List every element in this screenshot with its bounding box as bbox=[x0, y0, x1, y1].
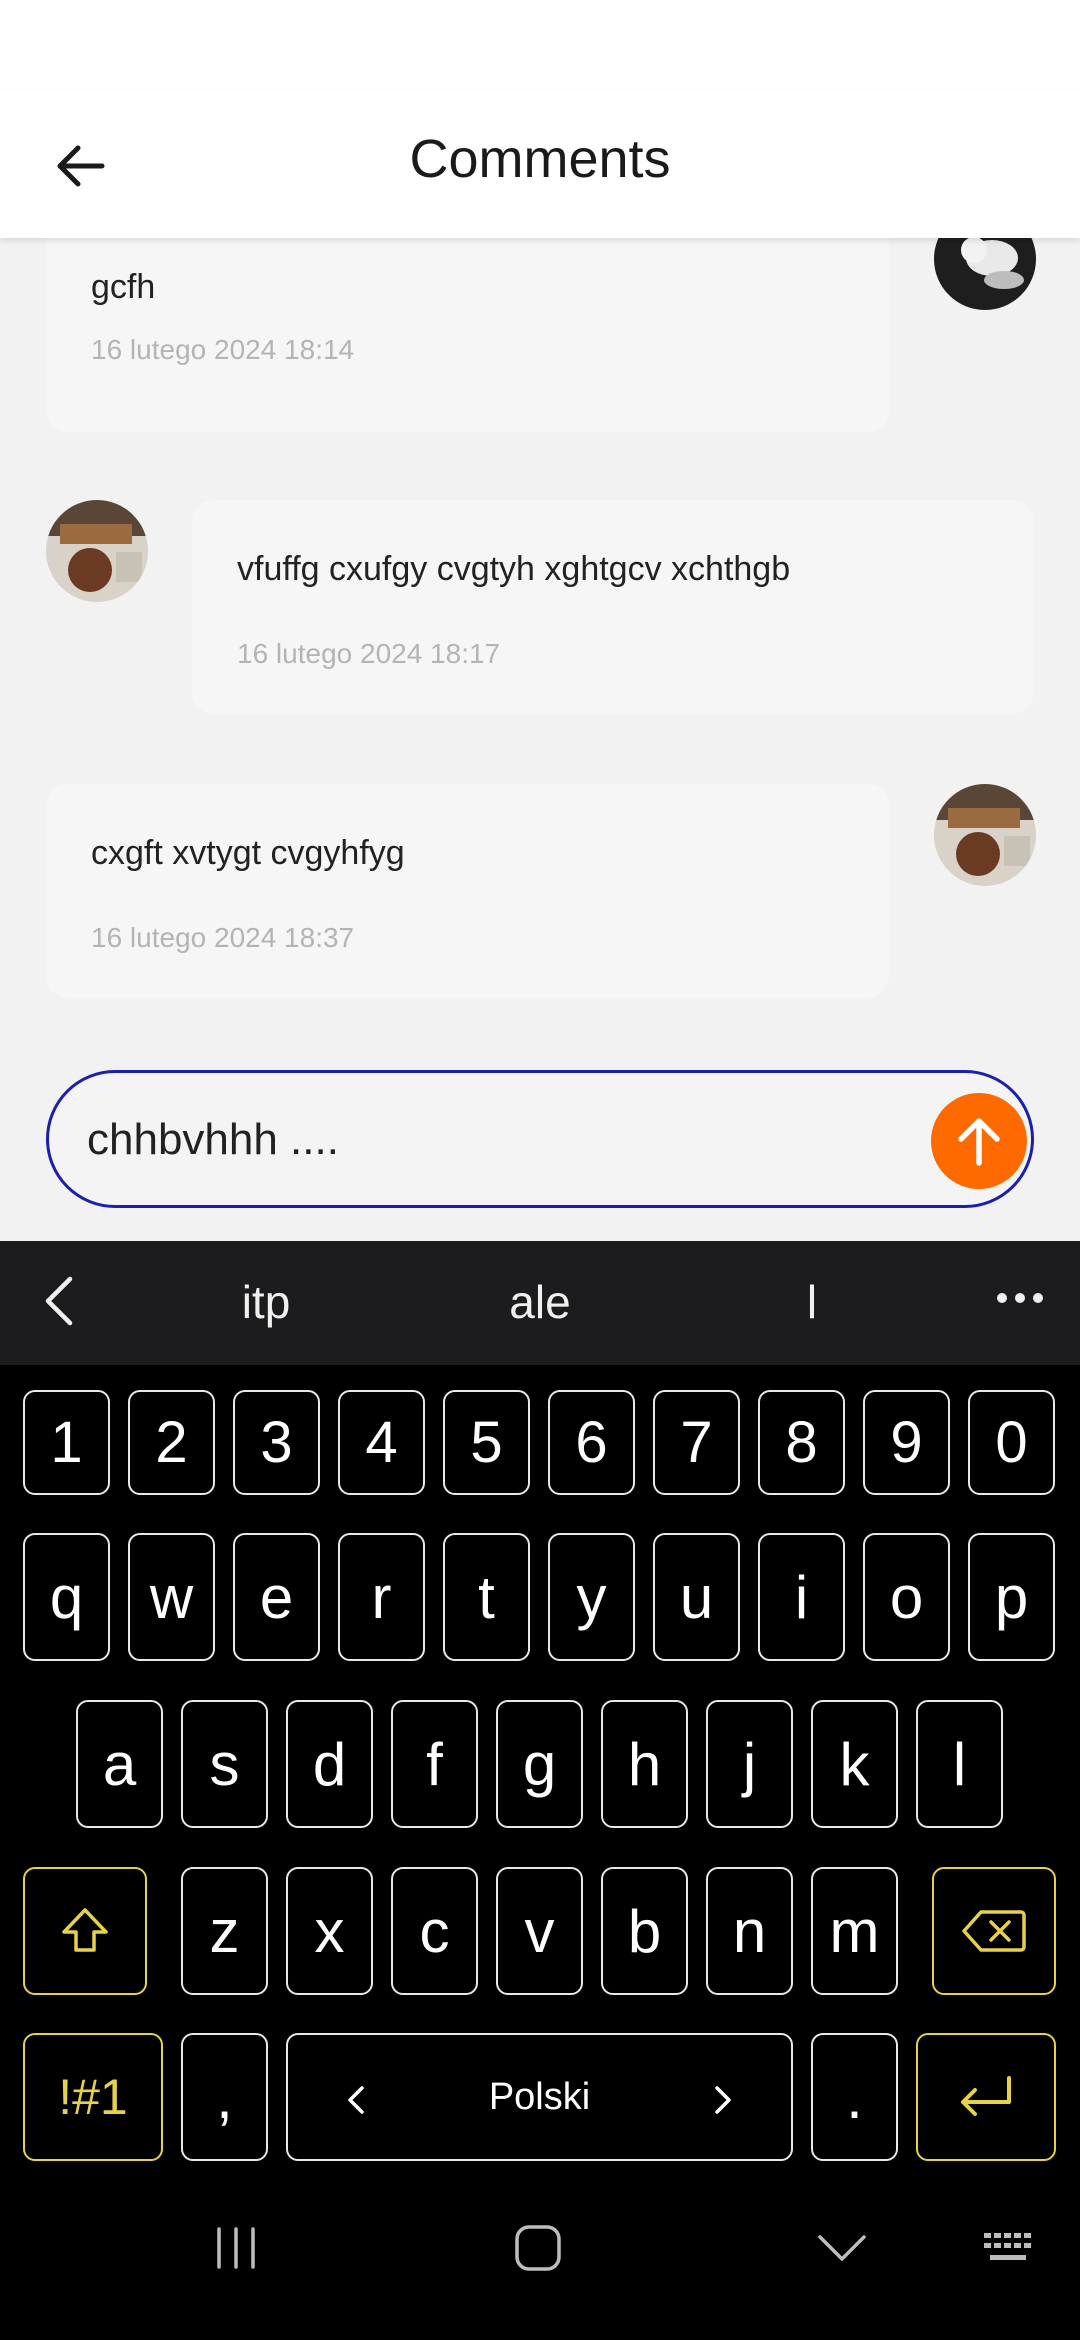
key[interactable]: 3 bbox=[233, 1390, 320, 1495]
comment-composer bbox=[46, 1070, 1034, 1208]
hide-keyboard-icon[interactable] bbox=[814, 2229, 870, 2269]
key[interactable]: 6 bbox=[548, 1390, 635, 1495]
key[interactable]: k bbox=[811, 1700, 898, 1828]
photo-avatar bbox=[934, 784, 1036, 886]
key[interactable]: i bbox=[758, 1533, 845, 1661]
key[interactable]: j bbox=[706, 1700, 793, 1828]
comment-item: vfuffg cxufgy cvgtyh xghtgcv xchthgb 16 … bbox=[0, 500, 1080, 720]
space-key[interactable]: Polski bbox=[286, 2033, 793, 2161]
key[interactable]: e bbox=[233, 1533, 320, 1661]
keyboard: 1 2 3 4 5 6 7 8 9 0 q w e r t y u i o p … bbox=[0, 1365, 1080, 2175]
status-bar bbox=[0, 0, 1080, 90]
key[interactable]: n bbox=[706, 1867, 793, 1995]
key[interactable]: w bbox=[128, 1533, 215, 1661]
key[interactable]: c bbox=[391, 1867, 478, 1995]
photo-avatar bbox=[46, 500, 148, 602]
chevron-left-icon bbox=[348, 2086, 364, 2114]
key[interactable]: a bbox=[76, 1700, 163, 1828]
chevron-left-icon bbox=[45, 1276, 73, 1326]
send-button[interactable] bbox=[931, 1093, 1027, 1189]
key[interactable]: u bbox=[653, 1533, 740, 1661]
key[interactable]: b bbox=[601, 1867, 688, 1995]
key[interactable]: q bbox=[23, 1533, 110, 1661]
keyboard-collapse-button[interactable] bbox=[30, 1271, 90, 1331]
period-key[interactable]: . bbox=[811, 2033, 898, 2161]
comment-text: cxgft xvtygt cvgyhfyg bbox=[91, 834, 405, 872]
chevron-right-icon bbox=[715, 2086, 731, 2114]
shift-arrow-icon bbox=[62, 1908, 108, 1952]
key[interactable]: g bbox=[496, 1700, 583, 1828]
comment-bubble: cxgft xvtygt cvgyhfyg 16 lutego 2024 18:… bbox=[46, 784, 889, 998]
more-dots-icon bbox=[997, 1293, 1043, 1303]
key[interactable]: h bbox=[601, 1700, 688, 1828]
comment-text: gcfh bbox=[91, 268, 156, 306]
keyboard-suggestion-bar: itp ale l bbox=[0, 1241, 1080, 1365]
key[interactable]: 4 bbox=[338, 1390, 425, 1495]
key[interactable]: z bbox=[181, 1867, 268, 1995]
comment-item: gcfh 16 lutego 2024 18:14 bbox=[0, 238, 1080, 438]
key[interactable]: s bbox=[181, 1700, 268, 1828]
recent-apps-icon[interactable] bbox=[211, 2223, 261, 2273]
key[interactable]: o bbox=[863, 1533, 950, 1661]
comment-item: cxgft xvtygt cvgyhfyg 16 lutego 2024 18:… bbox=[0, 784, 1080, 1004]
arrow-up-icon bbox=[958, 1118, 1000, 1166]
avatar[interactable] bbox=[934, 238, 1036, 310]
key[interactable]: y bbox=[548, 1533, 635, 1661]
comment-date: 16 lutego 2024 18:14 bbox=[91, 334, 355, 365]
key[interactable]: f bbox=[391, 1700, 478, 1828]
comment-date: 16 lutego 2024 18:17 bbox=[237, 638, 501, 669]
comment-bubble: gcfh 16 lutego 2024 18:14 bbox=[46, 238, 889, 432]
comment-bubble: vfuffg cxufgy cvgtyh xghtgcv xchthgb 16 … bbox=[192, 500, 1034, 714]
comment-input[interactable] bbox=[87, 1109, 887, 1171]
system-nav-bar bbox=[0, 2175, 1080, 2340]
comment-text: vfuffg cxufgy cvgtyh xghtgcv xchthgb bbox=[237, 550, 791, 588]
page-title: Comments bbox=[409, 129, 671, 189]
key[interactable]: p bbox=[968, 1533, 1055, 1661]
shift-key[interactable] bbox=[23, 1867, 147, 1995]
key[interactable]: r bbox=[338, 1533, 425, 1661]
suggestion-item[interactable]: itp bbox=[166, 1275, 366, 1329]
enter-key[interactable] bbox=[916, 2033, 1056, 2161]
avatar[interactable] bbox=[46, 500, 148, 602]
key[interactable]: 8 bbox=[758, 1390, 845, 1495]
key[interactable]: t bbox=[443, 1533, 530, 1661]
suggestion-item[interactable]: ale bbox=[440, 1275, 640, 1329]
key[interactable]: 5 bbox=[443, 1390, 530, 1495]
key[interactable]: 1 bbox=[23, 1390, 110, 1495]
key[interactable]: v bbox=[496, 1867, 583, 1995]
key[interactable]: 2 bbox=[128, 1390, 215, 1495]
key[interactable]: 9 bbox=[863, 1390, 950, 1495]
key[interactable]: 7 bbox=[653, 1390, 740, 1495]
comma-key[interactable]: , bbox=[181, 2033, 268, 2161]
cat-photo-avatar bbox=[934, 238, 1036, 310]
app-header: Comments bbox=[0, 90, 1080, 238]
enter-icon bbox=[961, 2076, 1011, 2116]
language-label: Polski bbox=[488, 2075, 591, 2118]
key[interactable]: m bbox=[811, 1867, 898, 1995]
symbols-key[interactable]: !#1 bbox=[23, 2033, 163, 2161]
backspace-icon bbox=[962, 1910, 1026, 1952]
keyboard-icon[interactable] bbox=[982, 2229, 1038, 2269]
key[interactable]: x bbox=[286, 1867, 373, 1995]
home-icon[interactable] bbox=[513, 2223, 563, 2273]
avatar[interactable] bbox=[934, 784, 1036, 886]
key[interactable]: l bbox=[916, 1700, 1003, 1828]
suggestion-item[interactable]: l bbox=[712, 1275, 912, 1329]
backspace-key[interactable] bbox=[932, 1867, 1056, 1995]
key[interactable]: 0 bbox=[968, 1390, 1055, 1495]
more-options-button[interactable] bbox=[996, 1291, 1044, 1310]
comment-date: 16 lutego 2024 18:37 bbox=[91, 922, 355, 953]
key[interactable]: d bbox=[286, 1700, 373, 1828]
